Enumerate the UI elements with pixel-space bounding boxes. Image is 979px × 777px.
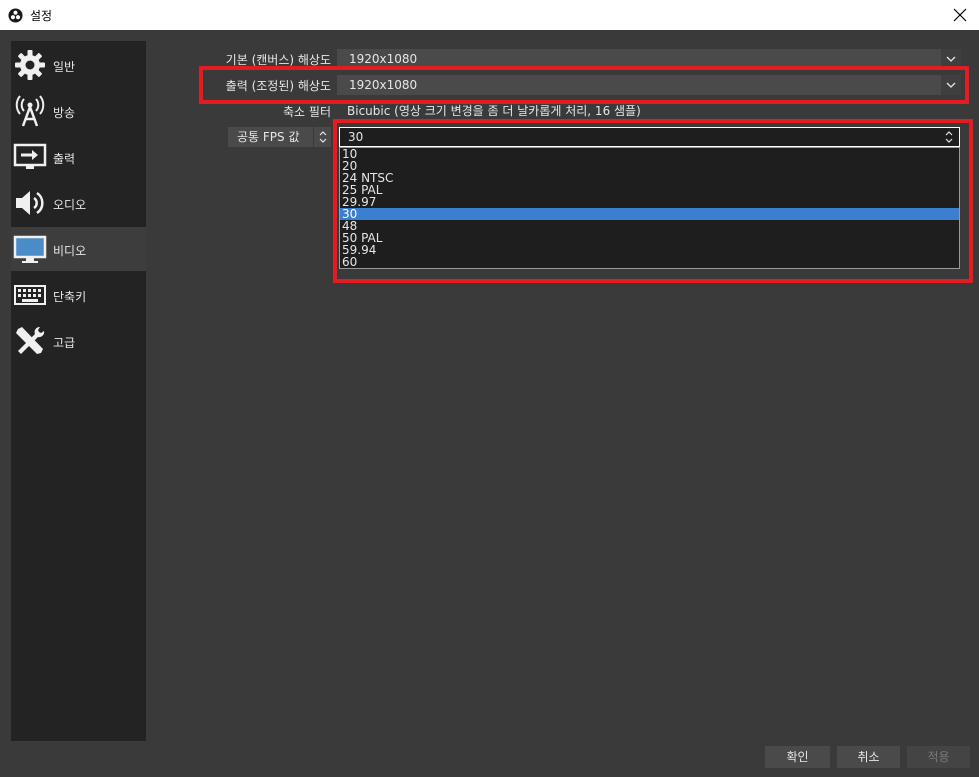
window-title: 설정 (30, 9, 53, 23)
sidebar-item-audio[interactable]: 오디오 (11, 181, 146, 225)
title-bar: 설정 (0, 0, 979, 30)
keyboard-icon (14, 285, 46, 305)
sidebar-item-label: 오디오 (53, 198, 87, 212)
fps-dropdown-highlight (333, 119, 973, 283)
sidebar-item-hotkeys[interactable]: 단축키 (11, 273, 146, 317)
tools-icon (16, 326, 45, 354)
sidebar-item-label: 방송 (53, 106, 76, 120)
gear-icon (15, 50, 45, 80)
downscale-filter-combo[interactable]: Bicubic (영상 크기 변경을 좀 더 날카롭게 처리, 16 샘플) (337, 101, 961, 121)
sidebar-item-stream[interactable]: 방송 (11, 89, 146, 133)
sidebar-item-advanced[interactable]: 고급 (11, 319, 146, 363)
output-monitor-icon (13, 143, 47, 169)
sidebar-item-general[interactable]: 일반 (11, 43, 146, 87)
close-icon[interactable] (949, 4, 971, 26)
sidebar-item-label: 고급 (53, 336, 76, 350)
downscale-filter-value: Bicubic (영상 크기 변경을 좀 더 날카롭게 처리, 16 샘플) (347, 104, 641, 118)
monitor-icon (13, 235, 47, 263)
fps-type-combo[interactable]: 공통 FPS 값 (228, 127, 331, 147)
sidebar-item-label: 일반 (53, 60, 76, 74)
speaker-icon (16, 191, 44, 215)
chevron-updown-icon (319, 131, 327, 143)
sidebar-item-video[interactable]: 비디오 (11, 227, 146, 271)
apply-button[interactable]: 적용 (907, 746, 970, 768)
settings-sidebar: 일반 방송 출력 오디오 비디오 단축키 고급 (11, 41, 146, 741)
sidebar-item-label: 비디오 (53, 244, 87, 258)
sidebar-item-output[interactable]: 출력 (11, 135, 146, 179)
sidebar-item-label: 출력 (53, 152, 76, 166)
output-resolution-highlight (199, 66, 969, 104)
fps-type-spinner[interactable] (313, 127, 331, 147)
broadcast-antenna-icon (15, 95, 45, 127)
downscale-filter-label: 축소 필터 (283, 105, 331, 119)
fps-type-value: 공통 FPS 값 (237, 130, 300, 144)
cancel-button[interactable]: 취소 (837, 746, 900, 768)
obs-logo-icon (8, 8, 23, 23)
sidebar-item-label: 단축키 (53, 290, 87, 304)
base-resolution-value: 1920x1080 (349, 52, 418, 66)
ok-button[interactable]: 확인 (765, 746, 830, 768)
